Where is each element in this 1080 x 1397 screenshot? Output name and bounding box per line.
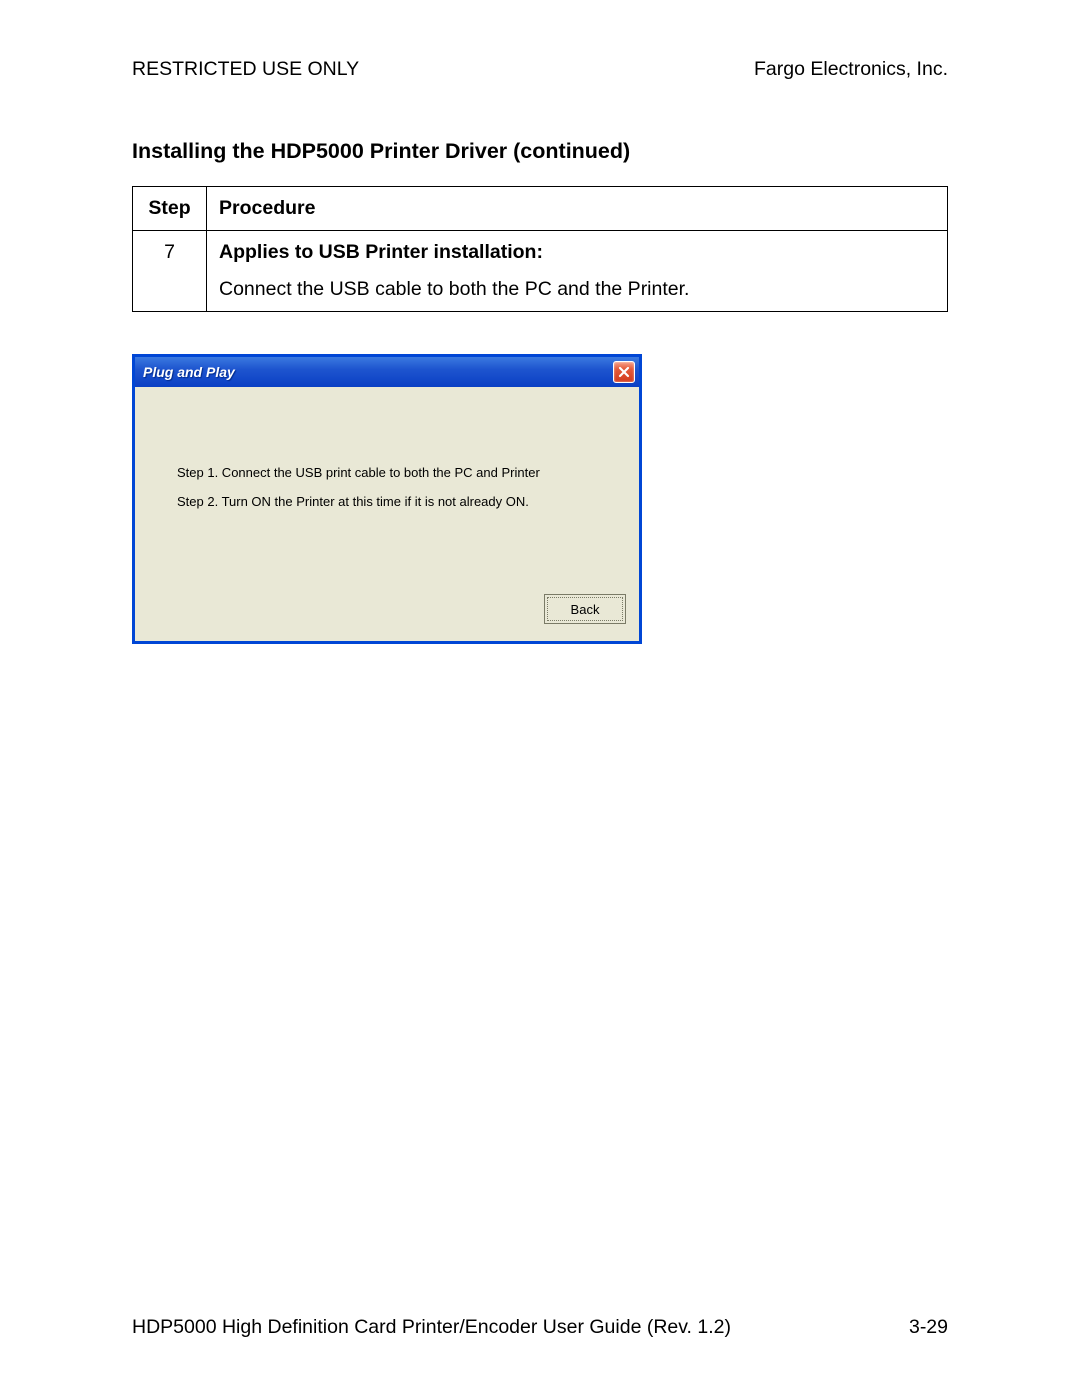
- procedure-title: Applies to USB Printer installation:: [219, 241, 935, 264]
- dialog-body: Step 1. Connect the USB print cable to b…: [135, 387, 639, 597]
- footer-right: 3-29: [909, 1316, 948, 1339]
- page-footer: HDP5000 High Definition Card Printer/Enc…: [132, 1316, 948, 1339]
- dialog-step-1: Step 1. Connect the USB print cable to b…: [177, 465, 597, 480]
- dialog-screenshot: Plug and Play Step 1. Connect the USB pr…: [132, 354, 948, 644]
- document-page: RESTRICTED USE ONLY Fargo Electronics, I…: [0, 0, 1080, 1397]
- plug-and-play-dialog: Plug and Play Step 1. Connect the USB pr…: [132, 354, 642, 644]
- close-button[interactable]: [613, 361, 635, 383]
- dialog-titlebar: Plug and Play: [135, 357, 639, 387]
- page-header: RESTRICTED USE ONLY Fargo Electronics, I…: [132, 58, 948, 81]
- procedure-cell: Applies to USB Printer installation: Con…: [207, 231, 948, 312]
- section-title: Installing the HDP5000 Printer Driver (c…: [132, 139, 948, 164]
- step-number: 7: [133, 231, 207, 312]
- header-left: RESTRICTED USE ONLY: [132, 58, 359, 81]
- dialog-step-2: Step 2. Turn ON the Printer at this time…: [177, 494, 597, 509]
- close-icon: [618, 366, 630, 378]
- footer-left: HDP5000 High Definition Card Printer/Enc…: [132, 1316, 731, 1339]
- back-button[interactable]: Back: [547, 597, 623, 621]
- procedure-body: Connect the USB cable to both the PC and…: [219, 278, 689, 300]
- dialog-button-row: Back: [135, 597, 639, 641]
- col-step-header: Step: [133, 187, 207, 231]
- col-procedure-header: Procedure: [207, 187, 948, 231]
- header-right: Fargo Electronics, Inc.: [754, 58, 948, 81]
- table-header-row: Step Procedure: [133, 187, 948, 231]
- dialog-title: Plug and Play: [143, 364, 235, 380]
- table-row: 7 Applies to USB Printer installation: C…: [133, 231, 948, 312]
- procedure-table: Step Procedure 7 Applies to USB Printer …: [132, 186, 948, 312]
